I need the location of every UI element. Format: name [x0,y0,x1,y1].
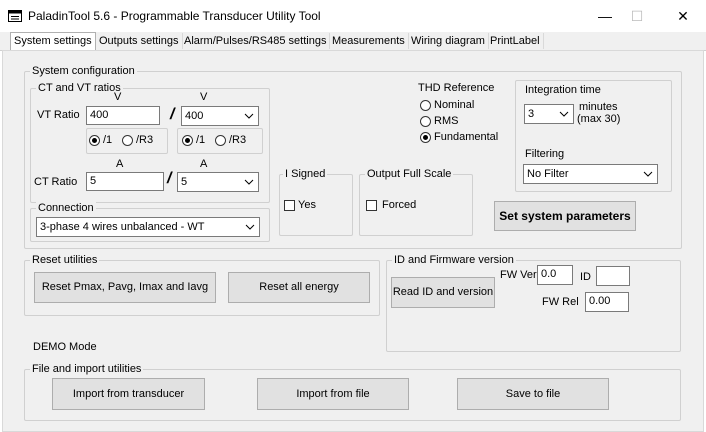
vt-secondary-radio-1[interactable] [182,135,193,146]
chevron-down-icon [643,171,653,177]
ct-secondary-value: 5 [181,176,188,188]
vt-primary-input[interactable]: 400 [86,106,160,125]
reset-utilities-label: Reset utilities [30,254,100,266]
connection-select[interactable]: 3-phase 4 wires unbalanced - WT [36,217,260,237]
forced-label: Forced [382,199,417,211]
close-button[interactable]: ✕ [660,0,706,32]
vt-primary-radio-r3-label: /R3 [136,134,154,146]
fw-ver-input[interactable]: 0.0 [537,265,573,285]
tab-outputs-settings[interactable]: Outputs settings [96,33,183,49]
read-id-version-button[interactable]: Read ID and version [391,277,495,308]
integration-time-select[interactable]: 3 [524,104,574,124]
file-import-label: File and import utilities [30,363,144,375]
thd-fundamental-label: Fundamental [434,131,499,143]
id-input[interactable] [596,266,630,286]
ct-primary-unit: A [116,158,124,170]
ct-ratio-label: CT Ratio [34,176,78,188]
fw-rel-input[interactable]: 0.00 [585,292,629,312]
vt-secondary-radio-r3[interactable] [215,135,226,146]
thd-fundamental-radio[interactable] [420,132,431,143]
tab-print-label[interactable]: PrintLabel [487,33,544,49]
thd-rms-radio[interactable] [420,116,431,127]
app-icon [8,10,22,22]
tab-alarm-pulses-rs485[interactable]: Alarm/Pulses/RS485 settings [181,33,331,49]
vt-secondary-value: 400 [185,110,204,122]
vt-secondary-unit: V [200,91,208,103]
output-full-scale-label: Output Full Scale [365,168,454,180]
ct-secondary-unit: A [200,158,208,170]
import-from-file-button[interactable]: Import from file [257,378,409,410]
vt-primary-radio-1[interactable] [89,135,100,146]
chevron-down-icon [245,224,255,230]
reset-pmax-button[interactable]: Reset Pmax, Pavg, Imax and Iavg [34,272,216,303]
vt-primary-radio-r3[interactable] [122,135,133,146]
vt-secondary-select[interactable]: 400 [181,106,259,126]
chevron-down-icon [244,179,254,185]
vt-ratio-label: VT Ratio [37,109,80,121]
filtering-select[interactable]: No Filter [523,164,658,184]
tab-measurements[interactable]: Measurements [329,33,409,49]
reset-all-energy-button[interactable]: Reset all energy [228,272,370,303]
vt-secondary-radio-r3-label: /R3 [229,134,247,146]
maximize-button[interactable]: ☐ [614,0,660,32]
ct-secondary-select[interactable]: 5 [177,172,259,192]
vt-primary-radio-1-label: /1 [103,134,113,146]
i-signed-label: I Signed [283,168,328,180]
ct-vt-ratios-label: CT and VT ratios [36,82,123,94]
thd-nominal-radio[interactable] [420,100,431,111]
max-30-label: (max 30) [577,113,621,125]
vt-ratio-slash: / [170,106,175,123]
thd-rms-label: RMS [434,115,459,127]
filtering-label: Filtering [525,148,565,160]
id-firmware-label: ID and Firmware version [392,254,516,266]
import-from-transducer-button[interactable]: Import from transducer [52,378,205,410]
minutes-label: minutes [579,101,618,113]
fw-rel-label: FW Rel [542,296,579,308]
system-configuration-label: System configuration [30,65,137,77]
demo-mode-label: DEMO Mode [33,341,97,353]
filtering-value: No Filter [527,168,569,180]
connection-value: 3-phase 4 wires unbalanced - WT [40,221,205,233]
save-to-file-button[interactable]: Save to file [457,378,609,410]
ct-primary-input[interactable]: 5 [86,172,164,191]
connection-label: Connection [36,202,96,214]
vt-primary-unit: V [114,91,122,103]
chevron-down-icon [244,113,254,119]
id-label: ID [580,271,591,283]
thd-reference-label: THD Reference [416,82,497,94]
chevron-down-icon [559,111,569,117]
tab-wiring-diagram[interactable]: Wiring diagram [408,33,489,49]
integration-time-label: Integration time [525,84,601,96]
tab-system-settings[interactable]: System settings [10,32,96,51]
fw-ver-label: FW Ver [500,269,537,281]
i-signed-checkbox[interactable] [284,200,295,211]
vt-secondary-radio-1-label: /1 [196,134,206,146]
forced-checkbox[interactable] [366,200,377,211]
thd-nominal-label: Nominal [434,99,475,111]
integration-time-value: 3 [528,108,535,120]
i-signed-yes-label: Yes [298,199,316,211]
set-system-parameters-button[interactable]: Set system parameters [494,201,636,231]
ct-ratio-slash: / [167,170,172,187]
window-title: PaladinTool 5.6 - Programmable Transduce… [28,9,321,23]
